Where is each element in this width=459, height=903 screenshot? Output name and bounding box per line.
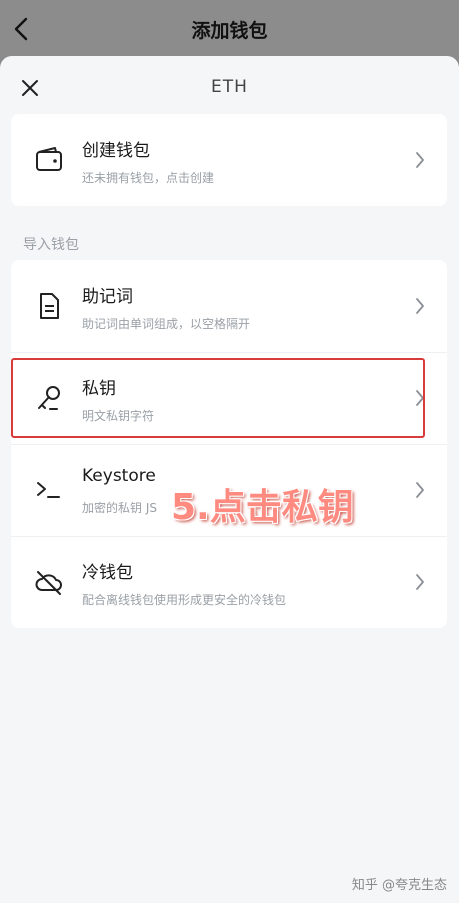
terminal-icon [37, 482, 60, 498]
chevron-right-icon [416, 482, 424, 498]
import-list-card: 助记词 助记词由单词组成，以空格隔开 私钥 明文私钥字符 Keystore 加密… [11, 260, 447, 628]
import-item-title: 助记词 [82, 287, 133, 307]
import-item-mnemonic[interactable]: 助记词 助记词由单词组成，以空格隔开 [11, 260, 447, 352]
import-section-label: 导入钱包 [23, 237, 79, 253]
watermark: 知乎 @夸克生态 [351, 878, 447, 893]
sheet-title: ETH [211, 77, 248, 97]
bottom-sheet: ETH 创建钱包 还未拥有钱包，点击创建 导入钱包 助记词 助记词由单词组成，以… [0, 56, 459, 903]
top-bar: 添加钱包 [0, 0, 459, 58]
chevron-right-icon [416, 152, 424, 168]
private-key-highlight [11, 358, 425, 438]
create-wallet-row[interactable]: 创建钱包 还未拥有钱包，点击创建 [11, 114, 447, 206]
import-item-title: 冷钱包 [82, 563, 133, 583]
import-item-title: Keystore [82, 466, 156, 486]
chevron-right-icon [416, 574, 424, 590]
cloud-off-icon [35, 571, 62, 595]
chevron-right-icon [416, 298, 424, 314]
document-icon [40, 293, 59, 319]
wallet-icon [36, 147, 62, 171]
page-title: 添加钱包 [191, 20, 268, 42]
import-item-cold-wallet[interactable]: 冷钱包 配合离线钱包使用形成更安全的冷钱包 [11, 536, 447, 628]
create-wallet-subtitle: 还未拥有钱包，点击创建 [82, 171, 215, 185]
import-item-subtitle: 助记词由单词组成，以空格隔开 [82, 317, 251, 331]
step-annotation: 5.点击私钥 [171, 487, 354, 528]
create-wallet-card[interactable]: 创建钱包 还未拥有钱包，点击创建 [11, 114, 447, 206]
import-item-subtitle: 配合离线钱包使用形成更安全的冷钱包 [82, 593, 287, 607]
import-item-subtitle: 加密的私钥 JS [82, 501, 157, 515]
create-wallet-title: 创建钱包 [82, 141, 150, 161]
